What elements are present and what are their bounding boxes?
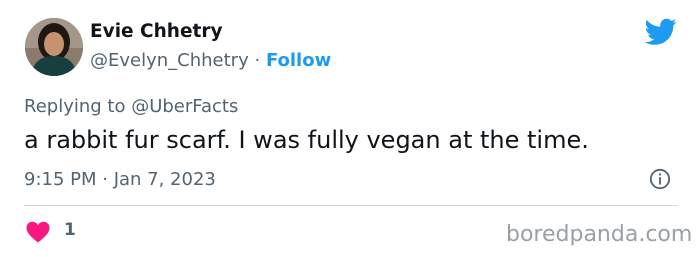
tweet-timestamp[interactable]: 9:15 PM · Jan 7, 2023 [24,169,216,190]
avatar-image [25,18,83,76]
reply-context: Replying to @UberFacts [24,96,238,117]
reply-prefix: Replying to [24,96,132,117]
watermark: boredpanda.com [506,222,693,247]
heart-icon[interactable] [26,221,50,243]
reply-handle[interactable]: @UberFacts [131,96,238,117]
author-handle-row: @Evelyn_Chhetry · Follow [90,50,331,71]
author-handle[interactable]: @Evelyn_Chhetry [90,50,249,71]
avatar[interactable] [25,18,83,76]
info-icon[interactable] [649,168,671,190]
author-name[interactable]: Evie Chhetry [90,21,223,42]
tweet-text: a rabbit fur scarf. I was fully vegan at… [24,126,589,154]
handle-separator: · [254,50,261,71]
like-count: 1 [64,220,76,240]
twitter-bird-icon[interactable] [645,18,677,46]
divider [24,205,678,206]
follow-button[interactable]: Follow [266,50,331,71]
